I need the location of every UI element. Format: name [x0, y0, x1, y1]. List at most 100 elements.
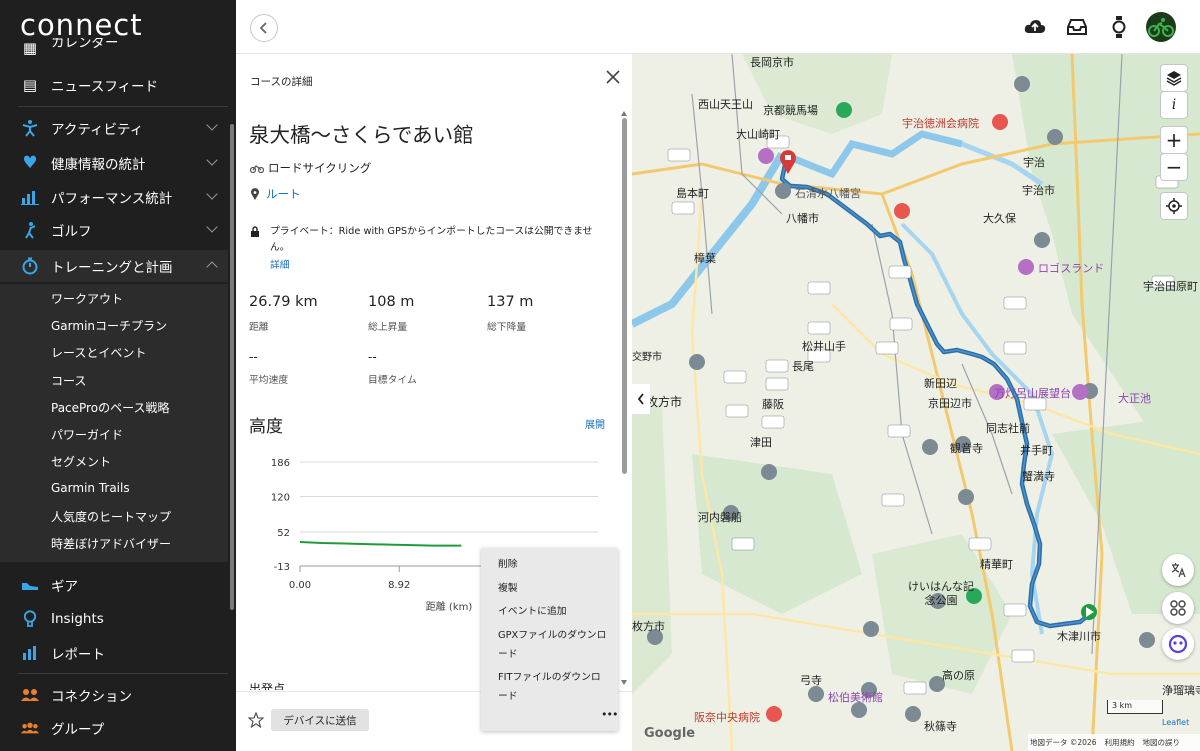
- submenu-jetlag-advisor[interactable]: 時差ぼけアドバイザー: [51, 535, 171, 552]
- x-axis-label: 距離 (km): [426, 600, 473, 613]
- sidebar-item-training[interactable]: トレーニングと計画: [0, 250, 228, 282]
- more-options-icon[interactable]: •••: [601, 708, 618, 721]
- submenu-coach-plans[interactable]: Garminコーチプラン: [51, 317, 167, 334]
- assistant-button[interactable]: [1162, 628, 1194, 660]
- y-tick-label: 52: [277, 528, 290, 539]
- map-label: 宇治田原町: [1143, 280, 1198, 293]
- sidebar-item-performance-stats[interactable]: パフォーマンス統計: [0, 181, 228, 213]
- bike-icon: [250, 165, 264, 173]
- menu-item-download-gpx[interactable]: GPXファイルのダウンロード: [498, 626, 608, 664]
- submenu-pacepro[interactable]: PaceProのペース戦略: [51, 399, 169, 416]
- elevation-series-line: [299, 541, 462, 547]
- menu-item-delete[interactable]: 削除: [498, 555, 608, 574]
- shoe-icon: [21, 576, 39, 594]
- sidebar-item-gear[interactable]: ギア: [0, 569, 228, 601]
- zoom-in-button[interactable]: +: [1160, 126, 1188, 154]
- star-icon[interactable]: [248, 712, 264, 728]
- map-label: 精華町: [980, 558, 1013, 571]
- submenu-heatmap[interactable]: 人気度のヒートマップ: [51, 508, 171, 525]
- details-link[interactable]: 詳細: [270, 258, 610, 274]
- sidebar-item-connections[interactable]: コネクション: [0, 679, 228, 711]
- report-icon: [21, 644, 39, 662]
- layers-button[interactable]: [1160, 64, 1188, 92]
- sidebar-item-newsfeed[interactable]: ▤ ニュースフィード: [0, 69, 228, 101]
- map-label: 松伯美術館: [828, 691, 883, 704]
- locate-button[interactable]: [1160, 192, 1188, 220]
- google-logo: Google: [644, 726, 696, 741]
- leaflet-attribution[interactable]: Leaflet: [1162, 718, 1189, 727]
- close-icon[interactable]: [602, 66, 624, 88]
- map-label: 大久保: [983, 212, 1016, 225]
- map-label: 石清水八幡宮: [795, 187, 861, 200]
- apps-button[interactable]: [1162, 592, 1194, 624]
- sidebar-item-health-stats[interactable]: ♥ 健康情報の統計: [0, 147, 228, 179]
- back-button[interactable]: [250, 14, 278, 42]
- translate-button[interactable]: [1162, 554, 1194, 586]
- translate-icon: [1171, 563, 1186, 578]
- y-tick-label: 186: [271, 458, 290, 469]
- send-to-device-button[interactable]: デバイスに送信: [271, 709, 369, 731]
- report-error-link[interactable]: 地図の誤り: [1142, 737, 1180, 748]
- map-label: 京都競馬場: [763, 104, 818, 117]
- submenu-power-guide[interactable]: パワーガイド: [51, 426, 123, 443]
- menu-item-duplicate[interactable]: 複製: [498, 579, 608, 598]
- route-link[interactable]: ルート: [250, 186, 301, 202]
- map-label: 京田辺市: [928, 397, 972, 410]
- upload-icon[interactable]: [1024, 16, 1046, 38]
- submenu-workouts[interactable]: ワークアウト: [51, 290, 123, 307]
- map-label: 大正池: [1118, 392, 1151, 405]
- map-data-attribution: 地図データ ©2026: [1030, 738, 1097, 747]
- sidebar-item-golf[interactable]: ゴルフ: [0, 214, 228, 246]
- map-label: 交野市: [632, 352, 662, 363]
- map-label: 秋篠寺: [924, 720, 957, 733]
- menu-item-add-to-event[interactable]: イベントに追加: [498, 602, 608, 621]
- sidebar-item-insights[interactable]: Insights: [0, 603, 228, 635]
- sidebar-item-reports[interactable]: レポート: [0, 637, 228, 669]
- submenu-races-events[interactable]: レースとイベント: [51, 344, 146, 361]
- sidebar: connect ▦ カレンダー ▤ ニュースフィード アクティビティ ♥ 健康情…: [0, 0, 236, 751]
- newsfeed-icon: ▤: [22, 76, 38, 94]
- inbox-icon[interactable]: [1066, 16, 1088, 38]
- people-icon: [21, 686, 39, 704]
- submenu-segments[interactable]: セグメント: [51, 453, 111, 470]
- map-label: 蟹満寺: [1022, 470, 1055, 483]
- sidebar-item-label: パフォーマンス統計: [51, 191, 173, 207]
- chevron-down-icon: [206, 154, 218, 166]
- map[interactable]: 長岡京市 西山天王山 京都競馬場 大山崎町 宇治徳洲会病院 宇治 宇治市 島本町…: [632, 54, 1200, 751]
- map-label: 井手町: [1020, 444, 1053, 457]
- start-flag-icon[interactable]: [1081, 604, 1097, 620]
- stat-avg-speed-label: 平均速度: [249, 375, 289, 386]
- assistant-face-icon: [1168, 634, 1188, 654]
- activity-type: ロードサイクリング: [250, 160, 371, 176]
- crosshair-icon: [1166, 198, 1182, 214]
- sidebar-item-groups[interactable]: グループ: [0, 712, 228, 744]
- golf-icon: [21, 221, 39, 239]
- collapse-panel-button[interactable]: [632, 384, 650, 414]
- watch-icon[interactable]: [1108, 16, 1130, 38]
- submenu-courses[interactable]: コース: [51, 372, 86, 389]
- sidebar-item-calendar[interactable]: ▦ カレンダー: [0, 38, 228, 58]
- scroll-up-arrow-icon[interactable]: [621, 111, 627, 116]
- map-label: 島本町: [676, 187, 709, 200]
- expand-link[interactable]: 展開: [585, 416, 605, 431]
- sidebar-item-activities[interactable]: アクティビティ: [0, 112, 228, 144]
- activity-type-label: ロードサイクリング: [268, 161, 372, 175]
- route-label[interactable]: ルート: [266, 186, 301, 202]
- sidebar-divider: [18, 673, 228, 674]
- panel-scrollbar[interactable]: [622, 118, 627, 474]
- sidebar-item-label: アクティビティ: [51, 122, 144, 138]
- map-label: 新田辺: [924, 377, 957, 390]
- submenu-garmin-trails[interactable]: Garmin Trails: [51, 481, 130, 495]
- avatar-cyclist-icon[interactable]: [1146, 12, 1176, 42]
- terms-link[interactable]: 利用規約: [1104, 737, 1134, 748]
- menu-item-download-fit[interactable]: FITファイルのダウンロード: [498, 668, 608, 706]
- panel-header: コースの詳細: [250, 76, 313, 88]
- sidebar-divider: [18, 106, 228, 107]
- scroll-down-arrow-icon[interactable]: [621, 680, 627, 685]
- info-button[interactable]: i: [1160, 91, 1188, 119]
- garmin-connect-logo[interactable]: connect: [20, 8, 143, 42]
- map-attribution-bar: 地図データ ©2026 利用規約 地図の誤り: [1028, 734, 1200, 751]
- lightbulb-icon: [21, 610, 39, 628]
- zoom-out-button[interactable]: −: [1160, 153, 1188, 181]
- sidebar-scrollbar[interactable]: [230, 124, 234, 610]
